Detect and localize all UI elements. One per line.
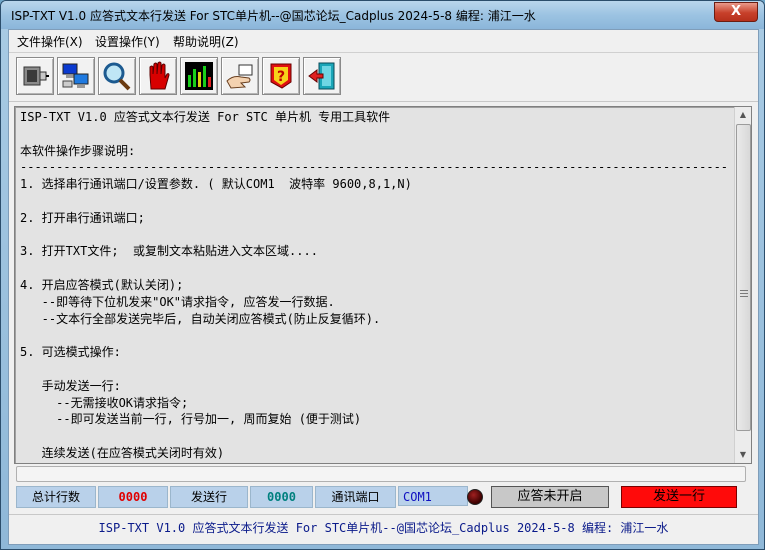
sent-line-label: 发送行 (170, 486, 248, 508)
sent-line-value: 0000 (250, 486, 313, 508)
text-editor-area[interactable]: ISP-TXT V1.0 应答式文本行发送 For STC 单片机 专用工具软件… (14, 106, 752, 464)
exit-door-icon (308, 62, 335, 90)
menu-help[interactable]: 帮助说明(Z) (173, 33, 239, 50)
help-question-icon: ? (270, 63, 292, 89)
total-lines-label: 总计行数 (16, 486, 96, 508)
port-status-led-icon (467, 489, 483, 505)
equalizer-meter-icon (185, 62, 213, 90)
send-one-line-button[interactable]: 发送一行 (621, 486, 737, 508)
send-progress-bar (16, 466, 746, 482)
toolbar: ? (9, 52, 758, 102)
status-row: 总计行数 0000 发送行 0000 通讯端口 COM1 应答未开启 发送一行 (9, 486, 758, 508)
answer-mode-button[interactable] (180, 57, 218, 95)
scroll-thumb[interactable] (736, 124, 751, 431)
open-file-button[interactable] (98, 57, 136, 95)
hand-transfer-icon (226, 64, 253, 89)
stop-button[interactable] (139, 57, 177, 95)
svg-text:?: ? (277, 69, 285, 85)
magnifier-open-file-icon (103, 62, 131, 91)
scroll-down-arrow-icon[interactable]: ▼ (735, 447, 751, 463)
menu-settings[interactable]: 设置操作(Y) (95, 33, 160, 50)
client-area: 文件操作(X) 设置操作(Y) 帮助说明(Z) ? ISP-TXT V1.0 应… (8, 29, 759, 545)
serial-port-settings-icon (23, 66, 49, 86)
window-title: ISP-TXT V1.0 应答式文本行发送 For STC单片机--@国芯论坛_… (11, 9, 536, 23)
scroll-grip-icon (740, 293, 748, 294)
help-button[interactable]: ? (262, 57, 300, 95)
app-window: ISP-TXT V1.0 应答式文本行发送 For STC单片机--@国芯论坛_… (0, 0, 765, 550)
send-line-tool-button[interactable] (221, 57, 259, 95)
title-bar[interactable]: ISP-TXT V1.0 应答式文本行发送 For STC单片机--@国芯论坛_… (1, 1, 764, 29)
answer-mode-toggle-button[interactable]: 应答未开启 (491, 486, 609, 508)
exit-button[interactable] (303, 57, 341, 95)
close-button[interactable]: X (714, 2, 758, 22)
comm-port-label: 通讯端口 (315, 486, 396, 508)
vertical-scrollbar[interactable]: ▲ ▼ (734, 107, 751, 463)
red-hand-stop-icon (149, 61, 170, 90)
open-port-button[interactable] (57, 57, 95, 95)
menu-file[interactable]: 文件操作(X) (17, 33, 83, 50)
editor-content[interactable]: ISP-TXT V1.0 应答式文本行发送 For STC 单片机 专用工具软件… (20, 109, 728, 459)
serial-settings-button[interactable] (16, 57, 54, 95)
total-lines-value: 0000 (98, 486, 168, 508)
scroll-up-arrow-icon[interactable]: ▲ (735, 107, 751, 123)
comm-port-value: COM1 (398, 486, 468, 506)
computers-connect-icon (62, 63, 89, 88)
menu-bar: 文件操作(X) 设置操作(Y) 帮助说明(Z) (9, 30, 758, 51)
footer-info: ISP-TXT V1.0 应答式文本行发送 For STC单片机--@国芯论坛_… (9, 514, 758, 543)
